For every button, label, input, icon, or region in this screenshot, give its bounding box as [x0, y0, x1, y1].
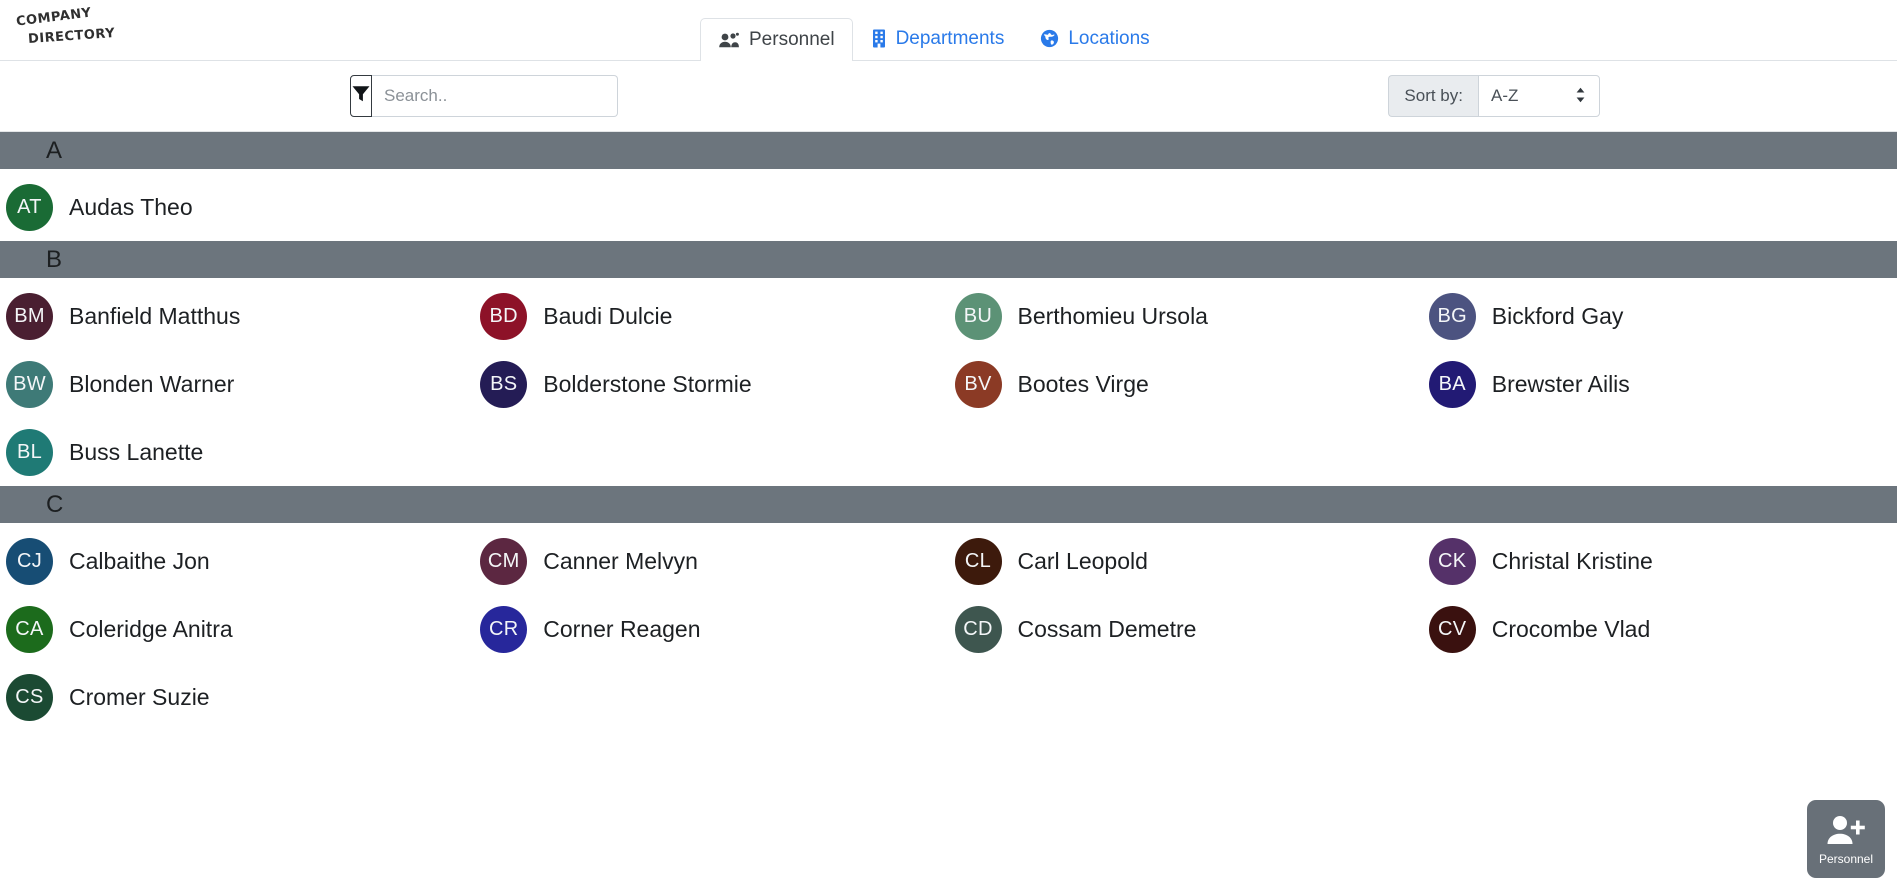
avatar: CD	[954, 605, 1002, 653]
avatar: CR	[480, 605, 528, 653]
section-grid: CJ Calbaithe Jon CM Canner Melvyn CL Carl Leo…	[0, 523, 1897, 731]
person-name: Carl Leopold	[1017, 547, 1148, 574]
filter-bar: Sort by: A-Z	[0, 61, 1897, 132]
section-header-c: C	[0, 486, 1897, 523]
avatar: BW	[6, 360, 53, 408]
person-name: Corner Reagen	[543, 615, 701, 642]
avatar: BM	[6, 292, 53, 340]
person-item[interactable]: CK Christal Kristine	[1423, 527, 1897, 595]
user-plus-icon	[1825, 814, 1867, 851]
person-item[interactable]: BM Banfield Matthus	[0, 282, 474, 350]
top-bar: COMPANY DIRECTORY Personnel Departments …	[0, 0, 1897, 62]
tab-locations[interactable]: Locations	[1022, 17, 1167, 61]
avatar: CS	[6, 673, 53, 721]
tab-locations-label: Locations	[1068, 28, 1150, 49]
section-header-b: B	[0, 241, 1897, 278]
person-item[interactable]: CM Canner Melvyn	[474, 527, 948, 595]
avatar: AT	[6, 183, 53, 231]
avatar: CM	[480, 537, 528, 585]
avatar: CL	[954, 537, 1002, 585]
person-item[interactable]: CD Cossam Demetre	[949, 595, 1423, 663]
avatar: BA	[1428, 360, 1476, 408]
avatar: BG	[1428, 292, 1476, 340]
person-name: Buss Lanette	[69, 438, 204, 465]
filter-button[interactable]	[350, 75, 372, 117]
globe-icon	[1040, 29, 1059, 48]
person-name: Baudi Dulcie	[543, 302, 673, 329]
tab-departments[interactable]: Departments	[853, 17, 1023, 61]
avatar: CA	[6, 605, 53, 653]
person-item[interactable]: BD Baudi Dulcie	[474, 282, 948, 350]
person-item[interactable]: CV Crocombe Vlad	[1423, 595, 1897, 663]
avatar: BL	[6, 428, 53, 476]
person-item[interactable]: BU Berthomieu Ursola	[949, 282, 1423, 350]
person-item[interactable]: CR Corner Reagen	[474, 595, 948, 663]
sort-select[interactable]: A-Z	[1478, 75, 1600, 117]
person-name: Blonden Warner	[69, 370, 235, 397]
avatar: BU	[954, 292, 1002, 340]
tab-departments-label: Departments	[895, 28, 1005, 49]
section-grid: AT Audas Theo	[0, 169, 1897, 241]
person-item[interactable]: CL Carl Leopold	[949, 527, 1423, 595]
building-icon	[871, 29, 887, 48]
person-name: Brewster Ailis	[1491, 370, 1630, 397]
main-tabs: Personnel Departments Locations	[700, 9, 1168, 62]
users-icon	[718, 32, 740, 48]
person-name: Audas Theo	[69, 193, 193, 220]
logo-line-1: COMPANY	[15, 5, 93, 30]
person-item[interactable]: CS Cromer Suzie	[0, 663, 474, 731]
avatar: CJ	[6, 537, 53, 585]
avatar: BV	[954, 360, 1002, 408]
avatar: BD	[480, 292, 528, 340]
person-name: Canner Melvyn	[543, 547, 698, 574]
person-item[interactable]: CA Coleridge Anitra	[0, 595, 474, 663]
add-personnel-button[interactable]: Personnel	[1807, 800, 1885, 878]
search-input[interactable]	[372, 75, 618, 117]
sort-select-value: A-Z	[1491, 86, 1519, 105]
person-item[interactable]: BW Blonden Warner	[0, 350, 474, 418]
add-personnel-label: Personnel	[1818, 851, 1874, 866]
person-item[interactable]: BV Bootes Virge	[949, 350, 1423, 418]
person-item[interactable]: BS Bolderstone Stormie	[474, 350, 948, 418]
person-item[interactable]: AT Audas Theo	[0, 173, 474, 241]
person-name: Banfield Matthus	[69, 302, 241, 329]
person-name: Bolderstone Stormie	[543, 370, 752, 397]
person-name: Berthomieu Ursola	[1017, 302, 1208, 329]
person-name: Christal Kristine	[1491, 547, 1653, 574]
person-name: Calbaithe Jon	[69, 547, 210, 574]
person-name: Coleridge Anitra	[69, 615, 233, 642]
section-grid: BM Banfield Matthus BD Baudi Dulcie BU Bertho…	[0, 278, 1897, 486]
person-item[interactable]: BG Bickford Gay	[1423, 282, 1897, 350]
app-logo[interactable]: COMPANY DIRECTORY	[14, 5, 124, 54]
person-name: Bootes Virge	[1017, 370, 1149, 397]
section-header-a: A	[0, 132, 1897, 169]
avatar: CK	[1428, 537, 1476, 585]
person-name: Cromer Suzie	[69, 683, 210, 710]
directory-list: A AT Audas Theo B BM Banfield Matthus BD Baudi …	[0, 132, 1897, 731]
funnel-icon	[351, 84, 371, 109]
person-name: Bickford Gay	[1491, 302, 1624, 329]
sort-group: Sort by: A-Z	[1388, 75, 1600, 117]
person-name: Crocombe Vlad	[1491, 615, 1651, 642]
person-item[interactable]: BL Buss Lanette	[0, 418, 474, 486]
chevron-updown-icon	[1575, 87, 1586, 106]
tab-personnel[interactable]: Personnel	[700, 18, 853, 62]
tab-personnel-label: Personnel	[749, 29, 835, 50]
search-group	[350, 75, 618, 117]
person-name: Cossam Demetre	[1017, 615, 1197, 642]
person-item[interactable]: CJ Calbaithe Jon	[0, 527, 474, 595]
person-item[interactable]: BA Brewster Ailis	[1423, 350, 1897, 418]
sort-by-label: Sort by:	[1388, 75, 1478, 117]
avatar: CV	[1428, 605, 1476, 653]
logo-line-2: DIRECTORY	[27, 25, 116, 48]
avatar: BS	[480, 360, 528, 408]
